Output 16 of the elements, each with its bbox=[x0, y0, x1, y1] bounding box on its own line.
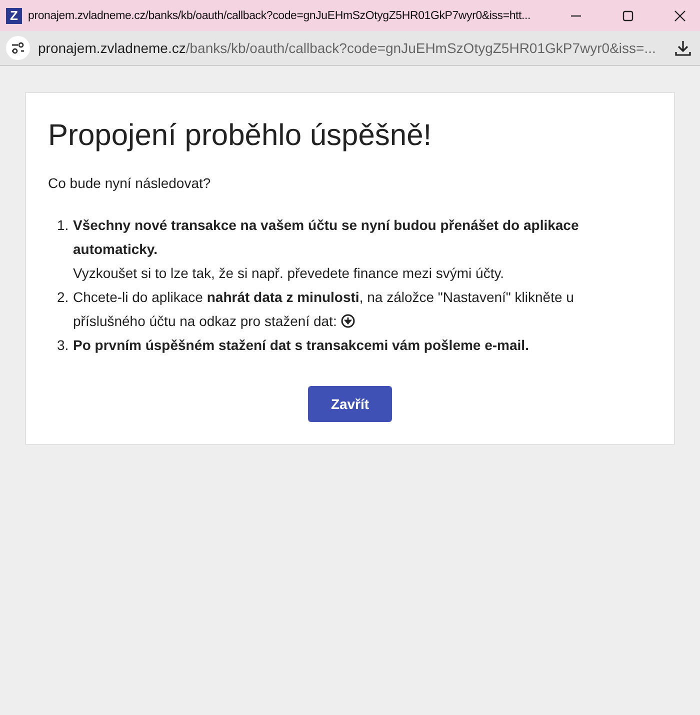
window-title: pronajem.zvladneme.cz/banks/kb/oauth/callback?code=gnJuEHmSzOtygZ5HR01GkP7wyr0&iss=htt... bbox=[28, 10, 532, 22]
step-note: Vyzkoušet si to lze tak, že si např. převedete finance mezi svými účty. bbox=[73, 264, 506, 283]
page-heading: Propojení proběhlo úspěšně! bbox=[48, 119, 433, 153]
close-button[interactable]: Zavřít bbox=[308, 386, 392, 422]
step-number: 2. bbox=[57, 288, 70, 307]
close-icon[interactable] bbox=[674, 10, 686, 22]
step-text: Všechny nové transakce na vašem účtu se nyní budou přenášet do aplikace automaticky. bbox=[73, 216, 580, 259]
download-icon[interactable] bbox=[674, 39, 692, 57]
site-settings-icon[interactable] bbox=[6, 36, 30, 60]
maximize-icon[interactable] bbox=[622, 10, 634, 22]
step-text: Po prvním úspěšném stažení dat s transakcemi vám pošleme e-mail. bbox=[73, 336, 529, 355]
step-number: 1. bbox=[57, 216, 70, 235]
site-logo: Z bbox=[6, 8, 22, 24]
step-number: 3. bbox=[57, 336, 70, 355]
step-text: Chcete-li do aplikace nahrát data z minulosti, na záložce "Nastavení" klikněte u příslušného účtu na odkaz pro stažení dat: bbox=[73, 288, 575, 331]
intro-text: Co bude nyní následovat? bbox=[48, 175, 212, 191]
